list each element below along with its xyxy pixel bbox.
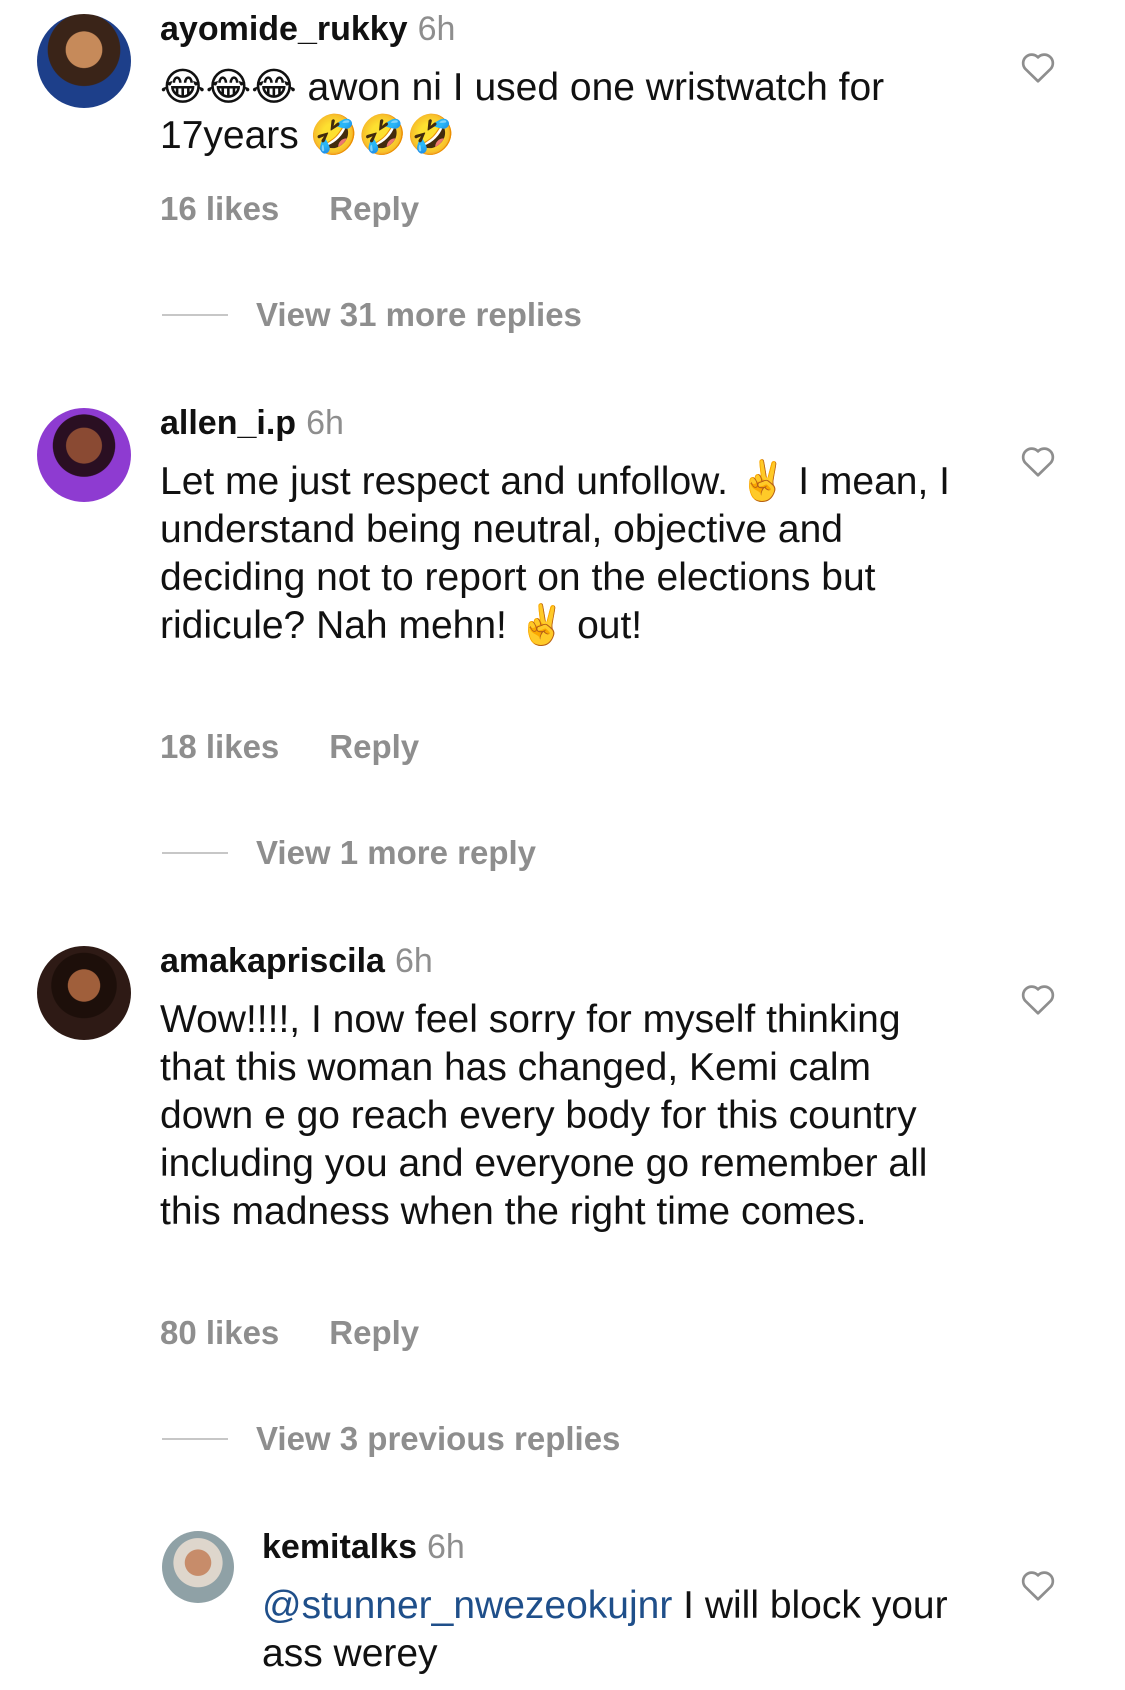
avatar[interactable] xyxy=(37,408,131,502)
mention-link[interactable]: @stunner_nwezeokujnr xyxy=(262,1584,672,1627)
comment-meta: 80 likes Reply xyxy=(160,1314,419,1352)
username[interactable]: amakapriscila xyxy=(160,942,385,980)
view-replies-label: View 3 previous replies xyxy=(256,1420,621,1457)
comment-meta: 18 likes Reply xyxy=(160,728,419,766)
view-replies-label: View 1 more reply xyxy=(256,834,537,871)
likes-count[interactable]: 80 likes xyxy=(160,1314,279,1352)
divider-line xyxy=(162,1438,228,1440)
heart-outline-icon[interactable] xyxy=(1020,1568,1056,1602)
reply-button[interactable]: Reply xyxy=(329,1314,419,1352)
timestamp: 6h xyxy=(417,10,456,48)
username[interactable]: allen_i.p xyxy=(160,404,296,442)
avatar[interactable] xyxy=(37,14,131,108)
avatar[interactable] xyxy=(162,1531,234,1603)
likes-count[interactable]: 18 likes xyxy=(160,728,279,766)
username[interactable]: kemitalks xyxy=(262,1528,417,1566)
comment-meta: 16 likes Reply xyxy=(160,190,419,228)
comment-header: kemitalks 6h xyxy=(262,1528,465,1567)
timestamp: 6h xyxy=(394,942,433,980)
comment-text: @stunner_nwezeokujnr I will block your a… xyxy=(262,1582,962,1678)
timestamp: 6h xyxy=(306,404,344,442)
comment-text: Let me just respect and unfollow. ✌️ I m… xyxy=(160,460,961,647)
view-replies-button[interactable]: View 1 more reply xyxy=(162,834,536,872)
comment-header: ayomide_rukky 6h xyxy=(160,10,455,49)
view-replies-button[interactable]: View 3 previous replies xyxy=(162,1420,620,1458)
view-replies-label: View 31 more replies xyxy=(256,296,582,333)
reply-button[interactable]: Reply xyxy=(329,728,419,766)
comment-header: amakapriscila 6h xyxy=(160,942,433,981)
divider-line xyxy=(162,852,228,854)
reply-button[interactable]: Reply xyxy=(329,190,419,228)
view-replies-button[interactable]: View 31 more replies xyxy=(162,296,582,334)
timestamp: 6h xyxy=(427,1528,465,1566)
likes-count[interactable]: 16 likes xyxy=(160,190,279,228)
comment-text: Wow!!!!, I now feel sorry for myself thi… xyxy=(160,998,939,1233)
heart-outline-icon[interactable] xyxy=(1020,982,1056,1016)
heart-outline-icon[interactable] xyxy=(1020,50,1056,84)
comment-text: 😂😂😂 awon ni I used one wristwatch for 17… xyxy=(160,66,896,157)
heart-outline-icon[interactable] xyxy=(1020,444,1056,478)
username[interactable]: ayomide_rukky xyxy=(160,10,408,48)
comment-header: allen_i.p 6h xyxy=(160,404,344,443)
avatar[interactable] xyxy=(37,946,131,1040)
divider-line xyxy=(162,314,228,316)
